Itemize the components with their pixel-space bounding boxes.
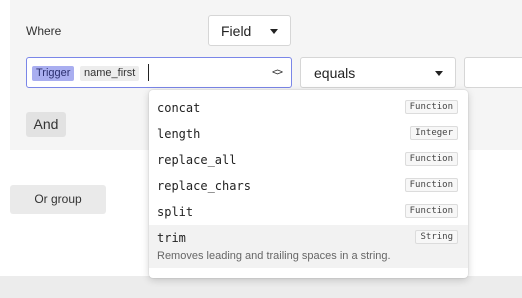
option-type-badge: String (415, 230, 458, 244)
option-description: Removes leading and trailing spaces in a… (157, 250, 391, 262)
where-label: Where (26, 24, 62, 38)
option-name: replace_chars (157, 179, 251, 193)
field-type-select-value: Field (221, 22, 252, 39)
and-button[interactable]: And (26, 112, 66, 137)
option-type-badge: Function (404, 178, 458, 192)
field-token[interactable]: name_first (80, 66, 140, 81)
autocomplete-option-split[interactable]: split Function (149, 199, 468, 225)
autocomplete-dropdown: concat Function length Integer replace_a… (149, 90, 468, 278)
autocomplete-option-concat[interactable]: concat Function (149, 95, 468, 121)
caret-down-icon (270, 29, 278, 34)
option-type-badge: Integer (410, 126, 458, 140)
autocomplete-option-replace-chars[interactable]: replace_chars Function (149, 173, 468, 199)
text-cursor (148, 64, 149, 81)
expression-input[interactable]: Trigger name_first <> (26, 57, 292, 88)
option-type-badge: Function (404, 152, 458, 166)
option-name: trim (157, 231, 186, 245)
option-name: length (157, 127, 201, 141)
option-type-badge: Function (404, 204, 458, 218)
option-name: replace_all (157, 153, 237, 167)
autocomplete-option-length[interactable]: length Integer (149, 121, 468, 147)
option-name: concat (157, 101, 201, 115)
autocomplete-option-trim[interactable]: trim String Removes leading and trailing… (149, 225, 468, 268)
trigger-token[interactable]: Trigger (32, 66, 75, 81)
operator-select-value: equals (314, 64, 356, 81)
value-input[interactable] (464, 57, 522, 88)
autocomplete-option-replace-all[interactable]: replace_all Function (149, 147, 468, 173)
operator-select[interactable]: equals (300, 57, 456, 88)
option-type-badge: Function (404, 100, 458, 114)
field-type-select[interactable]: Field (208, 15, 291, 46)
code-brackets-icon[interactable]: <> (269, 65, 285, 81)
caret-down-icon (435, 71, 443, 76)
option-name: split (157, 205, 194, 219)
or-group-button[interactable]: Or group (10, 185, 106, 214)
